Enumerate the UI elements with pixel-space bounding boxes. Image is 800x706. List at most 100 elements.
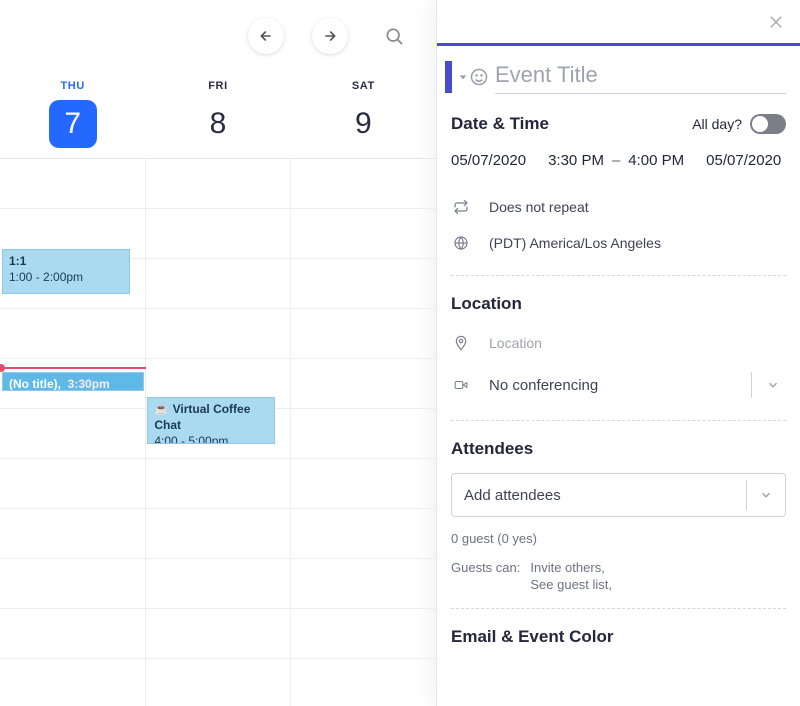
next-button[interactable] xyxy=(312,18,348,54)
hour-cell[interactable] xyxy=(146,209,292,258)
guest-count: 0 guest (0 yes) xyxy=(451,531,786,546)
caret-down-icon xyxy=(458,72,468,82)
hour-cell[interactable] xyxy=(146,459,292,508)
hour-cell[interactable] xyxy=(291,509,436,558)
hour-cell[interactable] xyxy=(291,559,436,608)
pin-icon xyxy=(451,334,471,352)
event-block[interactable]: ☕ Virtual Coffee Chat4:00 - 5:00pm xyxy=(147,397,275,444)
hour-cell[interactable] xyxy=(146,559,292,608)
time-dash: – xyxy=(612,152,620,169)
hour-cell[interactable] xyxy=(291,459,436,508)
day-col-fri[interactable]: FRI 8 xyxy=(145,72,290,158)
end-time[interactable]: 4:00 PM xyxy=(628,152,684,169)
allday-label: All day? xyxy=(692,116,742,132)
location-placeholder: Location xyxy=(489,335,542,351)
hour-row[interactable] xyxy=(0,609,436,659)
hour-cell[interactable] xyxy=(0,659,146,706)
hour-cell[interactable] xyxy=(291,159,436,208)
timezone-row[interactable]: (PDT) America/Los Angeles xyxy=(451,225,786,261)
conferencing-value: No conferencing xyxy=(489,377,598,394)
close-button[interactable] xyxy=(762,8,790,36)
location-row[interactable]: Location xyxy=(451,324,786,362)
datetime-heading-row: Date & Time All day? xyxy=(451,114,786,134)
title-accent-bar xyxy=(445,61,452,93)
datetime-row[interactable]: 05/07/2020 3:30 PM – 4:00 PM 05/07/2020 xyxy=(451,152,786,169)
hour-cell[interactable] xyxy=(291,609,436,658)
chevron-down-icon xyxy=(766,378,780,392)
hour-cell[interactable] xyxy=(146,609,292,658)
repeat-value: Does not repeat xyxy=(489,199,589,215)
email-color-heading: Email & Event Color xyxy=(451,627,786,647)
attendees-dropdown[interactable] xyxy=(746,480,779,510)
hour-row[interactable] xyxy=(0,509,436,559)
end-date[interactable]: 05/07/2020 xyxy=(706,152,781,169)
separator xyxy=(451,420,786,421)
panel-topbar xyxy=(437,0,800,46)
timezone-value: (PDT) America/Los Angeles xyxy=(489,235,661,251)
start-time[interactable]: 3:30 PM xyxy=(548,152,604,169)
hour-cell[interactable] xyxy=(291,409,436,458)
prev-button[interactable] xyxy=(248,18,284,54)
hour-cell[interactable] xyxy=(0,159,146,208)
guests-can-item[interactable]: See guest list, xyxy=(530,577,612,592)
start-date[interactable]: 05/07/2020 xyxy=(451,152,526,169)
conferencing-dropdown[interactable] xyxy=(751,372,786,398)
day-col-sat[interactable]: SAT 9 xyxy=(291,72,436,158)
dow-label: THU xyxy=(60,80,84,92)
hour-row[interactable] xyxy=(0,659,436,706)
hour-cell[interactable] xyxy=(146,259,292,308)
day-col-thu[interactable]: THU 7 xyxy=(0,72,145,158)
title-options[interactable] xyxy=(458,67,489,87)
calendar-search-button[interactable] xyxy=(376,18,412,54)
hour-cell[interactable] xyxy=(0,509,146,558)
guests-can-label: Guests can: xyxy=(451,560,520,594)
panel-search-input[interactable] xyxy=(449,13,762,31)
globe-icon xyxy=(451,235,471,251)
conferencing-row[interactable]: No conferencing xyxy=(451,362,786,406)
repeat-icon xyxy=(451,199,471,215)
hour-row[interactable] xyxy=(0,459,436,509)
attendees-input[interactable]: Add attendees xyxy=(451,473,786,517)
hour-cell[interactable] xyxy=(0,559,146,608)
dow-label: SAT xyxy=(352,80,375,92)
hour-cell[interactable] xyxy=(146,309,292,358)
emoji-icon xyxy=(469,67,489,87)
arrow-right-icon xyxy=(322,28,338,44)
event-title-input[interactable] xyxy=(495,60,786,94)
repeat-row[interactable]: Does not repeat xyxy=(451,189,786,225)
event-block[interactable]: (No title), 3:30pm xyxy=(2,372,144,391)
hour-row[interactable] xyxy=(0,559,436,609)
guests-can-item[interactable]: Invite others, xyxy=(530,560,612,575)
hour-cell[interactable] xyxy=(291,309,436,358)
separator xyxy=(451,608,786,609)
hour-cell[interactable] xyxy=(291,209,436,258)
arrow-left-icon xyxy=(258,28,274,44)
guests-can-row: Guests can: Invite others, See guest lis… xyxy=(451,560,786,594)
event-panel: Date & Time All day? 05/07/2020 3:30 PM … xyxy=(436,0,800,706)
hour-cell[interactable] xyxy=(0,309,146,358)
event-title-row xyxy=(437,46,800,94)
location-heading: Location xyxy=(451,294,786,314)
hour-cell[interactable] xyxy=(291,659,436,706)
allday-control: All day? xyxy=(692,114,786,134)
search-icon xyxy=(384,26,404,46)
allday-toggle[interactable] xyxy=(750,114,786,134)
hour-cell[interactable] xyxy=(0,609,146,658)
hour-cell[interactable] xyxy=(291,259,436,308)
day-number-box: 7 xyxy=(49,100,97,148)
attendees-placeholder: Add attendees xyxy=(464,487,561,504)
hour-cell[interactable] xyxy=(146,659,292,706)
hour-cell[interactable] xyxy=(0,409,146,458)
hour-cell[interactable] xyxy=(0,459,146,508)
event-block[interactable]: 1:11:00 - 2:00pm xyxy=(2,249,130,294)
calendar-grid[interactable]: 1:11:00 - 2:00pm (No title), 3:30pm☕ Virt… xyxy=(0,159,436,706)
calendar-pane: THU 7 FRI 8 SAT 9 1:11:00 - 2:00pm (No ti… xyxy=(0,0,436,706)
hour-row[interactable] xyxy=(0,309,436,359)
hour-cell[interactable] xyxy=(291,359,436,408)
hour-cell[interactable] xyxy=(146,159,292,208)
hour-row[interactable] xyxy=(0,159,436,209)
hour-cell[interactable] xyxy=(146,509,292,558)
video-icon xyxy=(451,378,471,392)
day-number: 9 xyxy=(355,107,372,141)
day-number-box: 9 xyxy=(339,100,387,148)
